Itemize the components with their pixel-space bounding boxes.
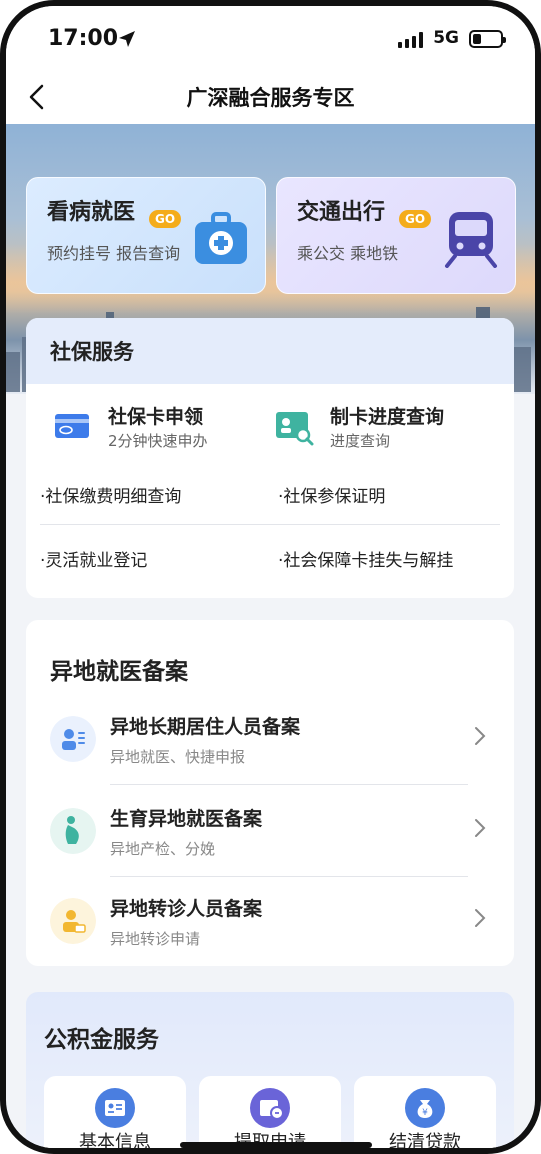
section-title: 公积金服务 bbox=[44, 1027, 159, 1053]
status-time: 17:00 bbox=[48, 26, 119, 51]
quick-card-subtitle: 预约挂号 报告查询 bbox=[47, 244, 181, 263]
id-card-search-icon bbox=[276, 412, 314, 446]
tile-label: 基本信息 bbox=[79, 1132, 151, 1153]
feature-subtitle: 进度查询 bbox=[330, 432, 391, 450]
section-title: 社保服务 bbox=[50, 340, 134, 364]
card-icon bbox=[55, 414, 89, 438]
divider bbox=[40, 524, 500, 525]
quick-card-transport[interactable]: 交通出行 GO 乘公交 乘地铁 bbox=[276, 177, 516, 294]
referral-icon bbox=[50, 898, 96, 944]
link-payment-details[interactable]: ·社保缴费明细查询 bbox=[40, 482, 181, 507]
nav-bar: 广深融合服务专区 bbox=[6, 72, 535, 124]
item-title: 生育异地就医备案 bbox=[110, 808, 263, 830]
tile-label: 结清贷款 bbox=[389, 1132, 461, 1153]
page-title: 广深融合服务专区 bbox=[186, 86, 355, 110]
money-bag-icon: ¥ bbox=[405, 1088, 445, 1128]
phone-frame: 17:00 5G 广深融合服务专区 看病就医 GO 预约挂号 报告查询 交通出行… bbox=[0, 0, 541, 1154]
medical-kit-icon bbox=[195, 212, 247, 264]
status-bar: 17:00 5G bbox=[6, 6, 535, 72]
divider bbox=[110, 784, 468, 785]
go-badge: GO bbox=[149, 210, 182, 228]
signal-icon bbox=[398, 32, 423, 48]
item-subtitle: 异地产检、分娩 bbox=[110, 840, 216, 858]
train-icon bbox=[445, 212, 497, 268]
feature-title: 社保卡申领 bbox=[108, 406, 204, 428]
item-subtitle: 异地就医、快捷申报 bbox=[110, 748, 246, 766]
svg-text:¥: ¥ bbox=[422, 1108, 428, 1118]
remote-medical-card: 异地就医备案 异地长期居住人员备案 异地就医、快捷申报 生育异地就医备案 异地产… bbox=[26, 620, 514, 966]
chevron-right-icon bbox=[475, 909, 486, 927]
tile-label: 提取申请 bbox=[199, 1128, 341, 1148]
info-card-icon bbox=[95, 1088, 135, 1128]
social-security-card: 社保服务 社保卡申领 2分钟快速申办 制卡进度查询 进度查询 ·社保缴费明细查询 bbox=[26, 318, 514, 598]
tile-loan-settlement[interactable]: ¥ 结清贷款 bbox=[354, 1076, 496, 1153]
pregnancy-icon bbox=[50, 808, 96, 854]
quick-card-title: 交通出行 bbox=[297, 200, 386, 225]
battery-icon bbox=[469, 30, 506, 48]
network-label: 5G bbox=[433, 28, 459, 48]
social-card-apply[interactable]: 社保卡申领 2分钟快速申办 bbox=[52, 402, 252, 452]
social-security-header: 社保服务 bbox=[26, 318, 514, 384]
remote-item-maternity[interactable]: 生育异地就医备案 异地产检、分娩 bbox=[26, 804, 514, 894]
link-flexible-employment[interactable]: ·灵活就业登记 bbox=[40, 546, 147, 571]
section-title: 异地就医备案 bbox=[50, 659, 188, 685]
remote-item-long-term-resident[interactable]: 异地长期居住人员备案 异地就医、快捷申报 bbox=[26, 712, 514, 802]
location-arrow-icon bbox=[119, 31, 135, 47]
card-progress-query[interactable]: 制卡进度查询 进度查询 bbox=[274, 402, 494, 452]
home-indicator[interactable] bbox=[180, 1142, 372, 1148]
chevron-right-icon bbox=[475, 819, 486, 837]
link-insurance-proof[interactable]: ·社保参保证明 bbox=[278, 482, 385, 507]
wallet-icon bbox=[250, 1088, 290, 1128]
remote-item-referral[interactable]: 异地转诊人员备案 异地转诊申请 bbox=[26, 894, 514, 966]
item-title: 异地转诊人员备案 bbox=[110, 898, 263, 920]
divider bbox=[110, 876, 468, 877]
housing-fund-card: 公积金服务 基本信息 提取申请 ¥ bbox=[26, 992, 514, 1153]
go-badge: GO bbox=[399, 210, 432, 228]
feature-subtitle: 2分钟快速申办 bbox=[108, 432, 208, 450]
feature-title: 制卡进度查询 bbox=[330, 406, 445, 428]
quick-card-subtitle: 乘公交 乘地铁 bbox=[297, 244, 399, 263]
chevron-right-icon bbox=[475, 727, 486, 745]
item-title: 异地长期居住人员备案 bbox=[110, 716, 301, 738]
tile-basic-info[interactable]: 基本信息 bbox=[44, 1076, 186, 1153]
item-subtitle: 异地转诊申请 bbox=[110, 930, 201, 948]
resident-icon bbox=[50, 716, 96, 762]
quick-card-medical[interactable]: 看病就医 GO 预约挂号 报告查询 bbox=[26, 177, 266, 294]
quick-card-title: 看病就医 bbox=[47, 200, 136, 225]
link-card-loss-report[interactable]: ·社会保障卡挂失与解挂 bbox=[278, 546, 453, 571]
